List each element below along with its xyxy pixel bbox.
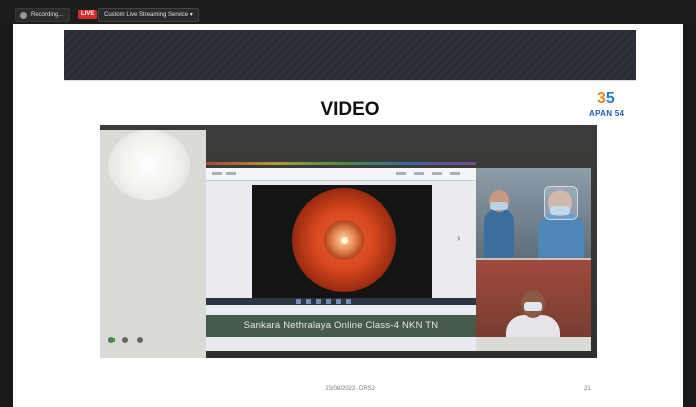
next-arrow-icon[interactable]: › xyxy=(457,233,460,244)
taskbar-app-icon xyxy=(306,299,311,304)
eye-fundus xyxy=(292,188,396,292)
slide-header-banner xyxy=(64,30,636,80)
face-mask xyxy=(524,302,542,311)
slide-footer: 23/08/2022- DRSJ xyxy=(325,386,375,392)
taskbar-app-icon xyxy=(296,299,301,304)
share-icon xyxy=(136,337,143,343)
chevron-down-icon: ▾ xyxy=(189,12,193,18)
recording-label: Recording... xyxy=(31,12,64,18)
cloud-record-icon xyxy=(20,11,27,19)
toolbar-item xyxy=(212,172,222,175)
stream-service-label: Custom Live Streaming Service xyxy=(104,12,189,18)
taskbar-app-icon xyxy=(346,299,351,304)
eye-iris xyxy=(324,220,364,260)
participant-videos xyxy=(476,168,591,351)
slide-title: VIDEO xyxy=(320,99,380,120)
toolbar-item xyxy=(414,172,424,175)
toolbar-item xyxy=(396,172,406,175)
live-badge: LIVE xyxy=(78,10,98,19)
logo-number-a: 3 xyxy=(597,90,606,107)
eye-video-frame xyxy=(252,185,432,298)
participant-tile-top xyxy=(476,168,591,258)
meeting-toolbar: Recording... LIVE Custom Live Streaming … xyxy=(0,0,696,24)
presentation-slide: VIDEO 35 APAN 54 › Sankara Nethralaya On… xyxy=(64,24,636,407)
toolbar-item xyxy=(432,172,442,175)
video-caption: Sankara Nethralaya Online Class-4 NKN TN xyxy=(243,320,439,331)
logo-number-b: 5 xyxy=(605,90,615,107)
stream-service-dropdown[interactable]: Custom Live Streaming Service ▾ xyxy=(98,8,199,22)
viewer-toolbar xyxy=(206,168,476,181)
participant-body xyxy=(484,208,514,258)
face-shield xyxy=(544,186,578,220)
recording-button[interactable]: Recording... xyxy=(15,8,71,22)
taskbar-app-icon xyxy=(316,299,321,304)
taskbar-app-icon xyxy=(336,299,341,304)
screen-color-strip xyxy=(206,162,476,165)
slide-divider xyxy=(64,80,636,81)
toolbar-item xyxy=(450,172,460,175)
camera-icon xyxy=(122,337,129,343)
taskbar xyxy=(206,298,476,305)
video-caption-bar: Sankara Nethralaya Online Class-4 NKN TN xyxy=(206,315,476,337)
chat-panel xyxy=(100,130,206,358)
right-margin xyxy=(636,24,683,407)
apan-logo: 35 APAN 54 xyxy=(589,90,631,124)
eye-pupil xyxy=(341,237,348,244)
embedded-video-photo: › Sankara Nethralaya Online Class-4 NKN … xyxy=(100,125,597,358)
logo-text: APAN 54 xyxy=(589,109,625,118)
slide-page-number: 21 xyxy=(584,386,591,392)
app-window: Recording... LIVE Custom Live Streaming … xyxy=(0,0,696,407)
left-margin xyxy=(13,24,63,407)
screen-glare xyxy=(108,130,190,200)
monitor-screen: › Sankara Nethralaya Online Class-4 NKN … xyxy=(206,168,476,351)
shared-screen: VIDEO 35 APAN 54 › Sankara Nethralaya On… xyxy=(13,24,683,407)
face-mask xyxy=(490,202,508,210)
chat-controls xyxy=(108,330,198,350)
status-indicator xyxy=(110,338,115,342)
taskbar-app-icon xyxy=(326,299,331,304)
system-tray xyxy=(476,337,591,351)
logo-number: 35 xyxy=(597,90,615,108)
toolbar-item xyxy=(226,172,236,175)
